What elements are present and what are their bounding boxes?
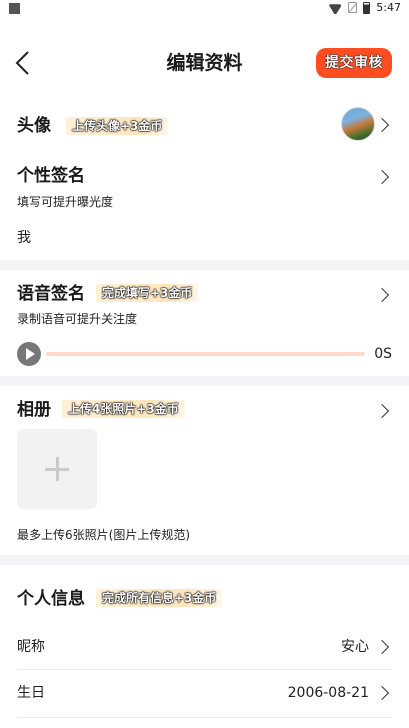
play-icon[interactable]	[17, 342, 41, 366]
birthday-row[interactable]: 生日 2006-08-21	[0, 673, 409, 717]
voice-signature-hint: 录制语音可提升关注度	[17, 312, 138, 326]
add-photo-button[interactable]	[17, 429, 97, 509]
signature-value: 我	[17, 230, 31, 246]
voice-reward-badge: 完成填写+3金币	[96, 284, 199, 302]
chevron-right-icon	[374, 403, 390, 419]
signature-hint: 填写可提升曝光度	[17, 195, 114, 209]
chevron-right-icon	[374, 169, 390, 185]
album-row[interactable]: 相册 上传4张照片+3金币	[0, 386, 409, 426]
nickname-value: 安心	[341, 639, 369, 655]
birthday-label: 生日	[17, 685, 45, 701]
avatar-reward-badge: 上传头像+3金币	[66, 117, 169, 135]
signature-label: 个性签名	[17, 166, 85, 186]
nickname-label: 昵称	[17, 639, 45, 655]
album-card: 相册 上传4张照片+3金币 最多上传6张照片(图片上传规范)	[0, 386, 409, 555]
voice-signature-label: 语音签名	[17, 284, 85, 304]
personal-info-card: 个人信息 完成所有信息+3金币 昵称 安心 生日 2006-08-21	[0, 565, 409, 728]
status-bar: 5:47	[0, 0, 409, 18]
submit-review-button[interactable]: 提交审核	[316, 48, 392, 78]
avatar[interactable]	[341, 107, 375, 141]
album-upload-note: 最多上传6张照片(图片上传规范)	[17, 528, 190, 542]
status-time: 5:47	[376, 1, 401, 14]
status-icons: 5:47	[328, 1, 401, 14]
audio-progress-track[interactable]	[46, 352, 365, 356]
album-label: 相册	[17, 400, 51, 420]
personal-info-reward-badge: 完成所有信息+3金币	[96, 589, 223, 607]
basic-profile-card: 头像 上传头像+3金币 个性签名 填写可提升曝光度 我	[0, 107, 409, 260]
notification-icon	[9, 3, 20, 14]
personal-info-label: 个人信息	[17, 589, 85, 609]
avatar-label: 头像	[17, 116, 51, 136]
voice-signature-card[interactable]: 语音签名 完成填写+3金币 录制语音可提升关注度 0S	[0, 270, 409, 376]
voice-duration: 0S	[374, 346, 392, 362]
avatar-row[interactable]: 头像 上传头像+3金币	[0, 107, 409, 148]
album-reward-badge: 上传4张照片+3金币	[62, 400, 185, 418]
chevron-right-icon	[374, 287, 390, 303]
battery-icon	[363, 1, 371, 14]
row-divider	[17, 669, 392, 670]
chevron-right-icon	[374, 685, 390, 701]
nickname-row[interactable]: 昵称 安心	[0, 625, 409, 669]
chevron-right-icon	[374, 117, 390, 133]
chevron-right-icon	[374, 639, 390, 655]
birthday-value: 2006-08-21	[287, 685, 369, 701]
row-divider	[17, 717, 392, 718]
signature-row[interactable]: 个性签名 填写可提升曝光度 我	[0, 160, 409, 250]
app-header: 编辑资料 提交审核	[0, 18, 409, 108]
no-sim-icon	[348, 2, 358, 13]
wifi-icon	[328, 2, 342, 14]
